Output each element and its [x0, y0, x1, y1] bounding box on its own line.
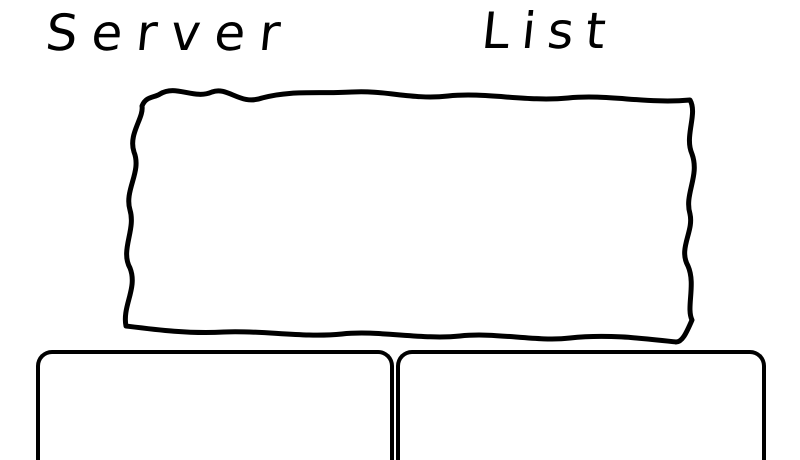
left-action-button[interactable] — [36, 350, 394, 460]
page-title-word-list: List — [478, 2, 621, 60]
bottom-button-bar — [36, 350, 770, 460]
page-title-word-server: Server — [42, 4, 298, 62]
server-list-panel-outline — [122, 88, 697, 345]
right-action-button[interactable] — [396, 350, 766, 460]
server-list-panel[interactable] — [116, 80, 704, 348]
server-list-screen: Server List — [0, 0, 800, 460]
